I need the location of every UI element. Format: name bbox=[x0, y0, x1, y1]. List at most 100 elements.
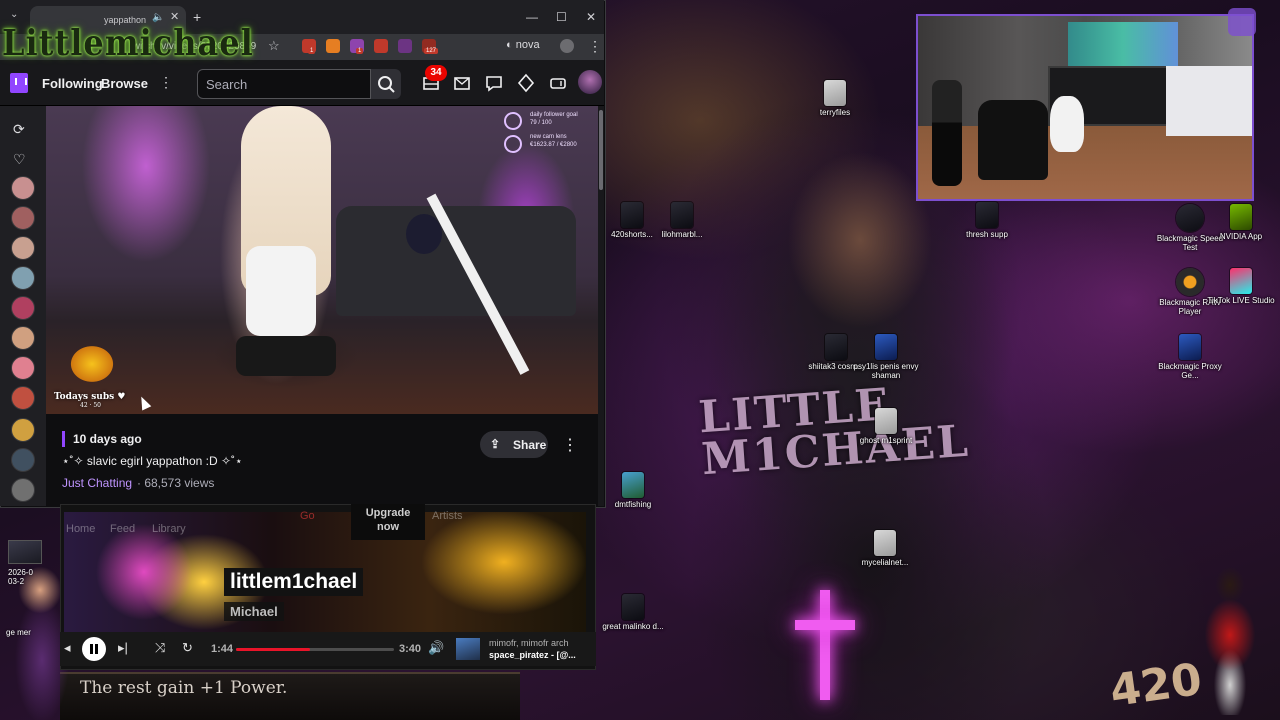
user-avatar[interactable] bbox=[578, 70, 602, 94]
file-icon bbox=[976, 202, 998, 228]
wallpaper-figure-right bbox=[1190, 565, 1270, 715]
duration-time: 3:40 bbox=[399, 643, 422, 655]
channel-avatar[interactable] bbox=[11, 236, 35, 260]
chat-button[interactable] bbox=[484, 73, 504, 93]
extension-icon[interactable] bbox=[374, 39, 388, 53]
view-count: · 68,573 views bbox=[137, 476, 215, 490]
extension-icon[interactable] bbox=[398, 39, 412, 53]
bits-button[interactable] bbox=[516, 73, 536, 93]
browser-menu-icon[interactable]: ⋮ bbox=[588, 38, 602, 55]
close-window-icon[interactable]: ✕ bbox=[586, 10, 596, 24]
share-button[interactable]: ⇪ Share bbox=[480, 431, 548, 458]
desktop-icon[interactable]: terryfiles bbox=[797, 80, 873, 117]
channel-avatar[interactable] bbox=[11, 326, 35, 350]
browse-link[interactable]: Browse bbox=[101, 76, 148, 91]
video-streamer-top bbox=[246, 246, 316, 336]
channel-avatar[interactable] bbox=[11, 356, 35, 380]
profile-nova-button[interactable]: ◐ nova bbox=[506, 39, 540, 51]
channel-avatar[interactable] bbox=[11, 386, 35, 410]
whispers-button[interactable] bbox=[452, 73, 472, 93]
tab-search-icon[interactable]: ⌄ bbox=[10, 9, 18, 20]
more-options-icon[interactable]: ⋮ bbox=[562, 435, 578, 455]
heart-icon: ♥ bbox=[117, 392, 126, 402]
nav-go[interactable]: Go bbox=[300, 510, 315, 522]
desktop-icon-label: NVIDIA App bbox=[1219, 232, 1263, 241]
subs-widget: Todays subs ♥ 42 · 50 bbox=[54, 392, 144, 409]
goal-ring-icon bbox=[504, 135, 522, 153]
maximize-icon[interactable]: ☐ bbox=[556, 10, 567, 24]
subs-progress: 42 · 50 bbox=[80, 402, 101, 409]
subs-mascot bbox=[60, 332, 124, 388]
search-button[interactable] bbox=[371, 69, 401, 99]
volume-icon[interactable]: 🔊 bbox=[428, 640, 444, 656]
wallpaper-card-text: The rest gain +1 Power. bbox=[80, 678, 288, 698]
next-track-icon[interactable]: ▸| bbox=[118, 640, 128, 656]
more-menu-icon[interactable]: ⋮ bbox=[159, 74, 173, 91]
pause-button[interactable] bbox=[82, 637, 106, 661]
artist-name: littlem1chael bbox=[224, 568, 364, 596]
shuffle-icon[interactable]: ⤨ bbox=[155, 640, 165, 656]
chrome-profile-icon[interactable] bbox=[560, 39, 574, 53]
video-couch bbox=[336, 206, 576, 316]
webcam-overlay bbox=[916, 14, 1254, 201]
now-playing-track[interactable]: space_piratez - [@... bbox=[489, 650, 576, 660]
puzzle-icon[interactable] bbox=[446, 39, 460, 53]
minimize-icon[interactable]: — bbox=[526, 10, 538, 24]
nav-library[interactable]: Library bbox=[152, 523, 186, 535]
nav-home[interactable]: Home bbox=[66, 523, 95, 535]
desktop-icon[interactable]: TikTok LIVE Studio bbox=[1203, 268, 1279, 305]
channel-avatar[interactable] bbox=[11, 448, 35, 472]
playback-progress[interactable] bbox=[236, 648, 394, 651]
page-scrollbar-thumb[interactable] bbox=[599, 110, 603, 190]
desktop-icon[interactable]: great malinko d... bbox=[595, 594, 671, 631]
channel-avatar[interactable] bbox=[11, 296, 35, 320]
channel-avatar[interactable] bbox=[11, 478, 35, 502]
channel-avatar[interactable] bbox=[11, 418, 35, 442]
channel-avatar[interactable] bbox=[11, 206, 35, 230]
channel-avatar[interactable] bbox=[11, 176, 35, 200]
left-timestamp: 2026-0 03-2 bbox=[8, 568, 33, 586]
bookmark-star-icon[interactable]: ☆ bbox=[268, 38, 280, 54]
nav-feed[interactable]: Feed bbox=[110, 523, 135, 535]
desktop-icon[interactable]: NVIDIA App bbox=[1203, 204, 1279, 241]
previous-icon[interactable]: ◂ bbox=[64, 640, 71, 656]
close-tab-icon[interactable]: ✕ bbox=[170, 10, 179, 23]
desktop-icon[interactable]: dmtfishing bbox=[595, 472, 671, 509]
desktop-icon[interactable]: ghost m1sprint bbox=[848, 408, 924, 445]
file-icon bbox=[622, 594, 644, 620]
upgrade-label-line-1: Upgrade bbox=[365, 507, 411, 519]
desktop-icon-label: mycelialnet... bbox=[861, 558, 909, 567]
subs-title: Todays subs bbox=[54, 392, 115, 402]
extension-icon[interactable] bbox=[326, 39, 340, 53]
category-link[interactable]: Just Chatting bbox=[62, 476, 132, 490]
following-link[interactable]: Following bbox=[42, 76, 103, 91]
heart-icon[interactable]: ♡ bbox=[13, 151, 26, 168]
desktop-thumbnail[interactable] bbox=[8, 540, 42, 564]
channel-avatar[interactable] bbox=[11, 266, 35, 290]
twitch-logo-icon[interactable] bbox=[10, 73, 28, 93]
desktop-icon[interactable]: psy1lis penis envy shaman bbox=[848, 334, 924, 380]
playback-progress-fill bbox=[236, 648, 311, 651]
search-input[interactable]: Search bbox=[197, 69, 371, 99]
nav-artists[interactable]: Artists bbox=[432, 510, 463, 522]
repeat-icon[interactable]: ↻ bbox=[182, 640, 193, 656]
upgrade-button[interactable]: Upgrade now bbox=[351, 504, 425, 540]
artist-subtitle: Michael bbox=[224, 602, 284, 621]
vod-age: 10 days ago bbox=[62, 431, 142, 447]
now-playing-artists[interactable]: mimofr, mimofr arch bbox=[489, 638, 569, 648]
pinned-app-icon[interactable] bbox=[1228, 8, 1256, 36]
desktop-icon[interactable]: lilohmarbl... bbox=[644, 202, 720, 239]
collapse-rail-icon[interactable]: ⟳ bbox=[13, 121, 25, 138]
video-streamer-shorts bbox=[236, 336, 336, 376]
desktop-icon[interactable]: mycelialnet... bbox=[847, 530, 923, 567]
extension-badge: 1 bbox=[356, 48, 364, 54]
desktop-icon[interactable]: thresh supp bbox=[949, 202, 1025, 239]
file-icon bbox=[671, 202, 693, 228]
desktop-icon[interactable]: Blackmagic Proxy Ge... bbox=[1152, 334, 1228, 380]
turbo-button[interactable] bbox=[548, 73, 568, 93]
desktop-icon-label: Blackmagic Proxy Ge... bbox=[1158, 362, 1222, 380]
reading-list-icon[interactable] bbox=[480, 39, 494, 53]
notification-count-badge: 34 bbox=[425, 65, 447, 81]
now-playing-art[interactable] bbox=[456, 638, 480, 660]
desktop-icon-label: psy1lis penis envy shaman bbox=[853, 362, 919, 380]
